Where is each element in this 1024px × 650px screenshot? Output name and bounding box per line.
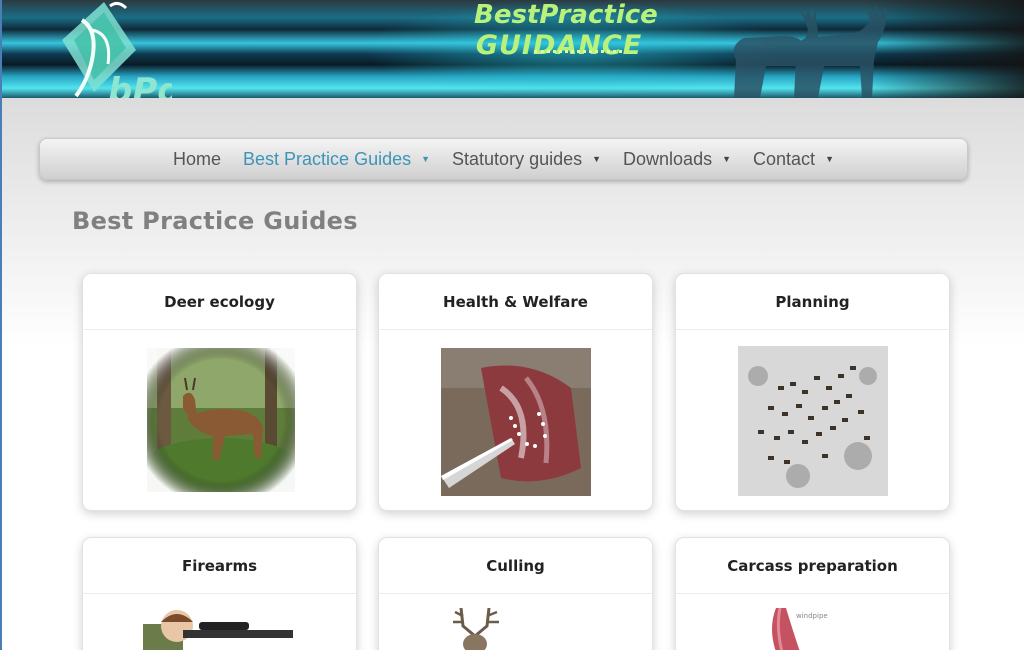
- bpg-logo[interactable]: bPg: [52, 0, 172, 98]
- nav-item-downloads[interactable]: Downloads ▼: [623, 149, 731, 170]
- nav-item-label: Contact: [753, 148, 816, 169]
- deer-herd-in-snow-image[interactable]: [738, 346, 888, 496]
- nav-item-label: Best Practice Guides: [243, 148, 412, 169]
- carcass-inspection-image[interactable]: [441, 348, 591, 496]
- nav-item-label: Statutory guides: [452, 148, 583, 169]
- card-title: Culling: [379, 538, 652, 594]
- nav-item-label: Downloads: [623, 148, 713, 169]
- roe-deer-in-forest-image[interactable]: [147, 348, 295, 492]
- guide-card-carcass-preparation[interactable]: Carcass preparation windpipe: [675, 537, 950, 650]
- card-title: Planning: [676, 274, 949, 330]
- nav-item-home[interactable]: Home: [173, 149, 221, 170]
- card-title: Firearms: [83, 538, 356, 594]
- guide-card-deer-ecology[interactable]: Deer ecology: [82, 273, 357, 511]
- card-title: Health & Welfare: [379, 274, 652, 330]
- guide-card-firearms[interactable]: Firearms: [82, 537, 357, 650]
- site-title-line1: BestPractice: [474, 0, 658, 30]
- windpipe-diagram-image[interactable]: windpipe: [756, 608, 846, 650]
- nav-item-best-practice-guides[interactable]: Best Practice Guides ▼: [243, 149, 430, 170]
- logo-text: bPg: [108, 71, 172, 98]
- card-title: Carcass preparation: [676, 538, 949, 594]
- nav-item-contact[interactable]: Contact ▼: [753, 149, 834, 170]
- guide-card-planning[interactable]: Planning: [675, 273, 950, 511]
- nav-item-label: Home: [173, 148, 222, 169]
- site-title-line2: GUIDANCE: [475, 30, 643, 61]
- dropdown-caret-icon: ▼: [421, 154, 431, 164]
- main-nav: Home Best Practice Guides ▼ Statutory gu…: [39, 138, 968, 180]
- title-dotted-rule: [534, 50, 622, 54]
- stag-antlers-image[interactable]: [441, 608, 511, 650]
- page-title: Best Practice Guides: [72, 207, 358, 235]
- deer-silhouette-graphic: [733, 4, 886, 98]
- guide-card-health-welfare[interactable]: Health & Welfare: [378, 273, 653, 511]
- site-banner: bPg BestPractice GUIDANCE: [2, 0, 1024, 98]
- windpipe-label: windpipe: [796, 612, 828, 620]
- child-with-rifle-image[interactable]: [143, 608, 293, 650]
- nav-item-statutory-guides[interactable]: Statutory guides ▼: [452, 149, 601, 170]
- dropdown-caret-icon: ▼: [825, 154, 834, 164]
- guide-card-culling[interactable]: Culling: [378, 537, 653, 650]
- card-title: Deer ecology: [83, 274, 356, 330]
- dropdown-caret-icon: ▼: [592, 154, 602, 164]
- dropdown-caret-icon: ▼: [722, 154, 732, 164]
